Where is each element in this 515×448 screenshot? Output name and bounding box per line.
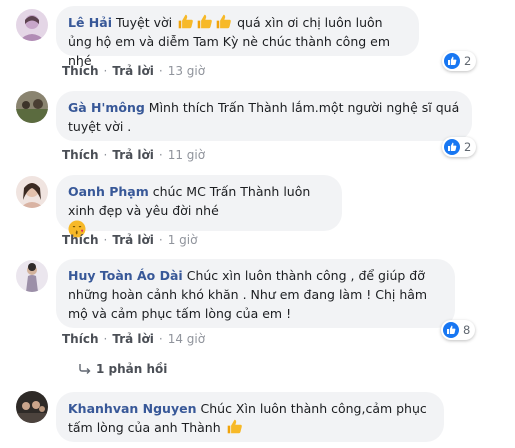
comment-time[interactable]: 11 giờ	[168, 148, 205, 162]
comment-author[interactable]: Lê Hải	[68, 15, 112, 30]
comment-text: Tuyệt vời	[115, 15, 173, 30]
like-link[interactable]: Thích	[62, 332, 99, 346]
comment-bubble: Huy Toàn Áo Dài Chúc xìn luôn thành công …	[56, 259, 455, 328]
avatar[interactable]	[16, 176, 48, 208]
comment-actions: Thích · Trả lời · 13 giờ	[62, 64, 206, 78]
comment-time[interactable]: 14 giờ	[168, 332, 205, 346]
thumbs-up-emoji-icon	[177, 13, 194, 30]
reply-link[interactable]: Trả lời	[112, 233, 154, 247]
view-replies-link[interactable]: 1 phản hồi	[78, 362, 167, 376]
reaction-count-badge[interactable]: 8	[441, 320, 476, 340]
avatar[interactable]	[16, 91, 48, 123]
comment-actions: Thích · Trả lời · 11 giờ	[62, 148, 206, 162]
like-icon	[443, 322, 459, 338]
thumbs-up-emoji-icon	[226, 418, 243, 435]
reply-link[interactable]: Trả lời	[112, 148, 154, 162]
reaction-count-badge[interactable]: 2	[442, 137, 477, 157]
comment-bubble: Khanhvan Nguyen Chúc Xìn luôn thành công,…	[56, 392, 444, 442]
comment-author[interactable]: Huy Toàn Áo Dài	[68, 268, 183, 283]
like-link[interactable]: Thích	[62, 148, 99, 162]
avatar[interactable]	[16, 260, 48, 292]
reaction-count-badge[interactable]: 2	[442, 51, 477, 71]
reply-link[interactable]: Trả lời	[112, 64, 154, 78]
like-link[interactable]: Thích	[62, 233, 99, 247]
comment-bubble: Oanh Phạm chúc MC Trấn Thành luôn xinh đẹ…	[56, 175, 342, 238]
reply-arrow-icon	[79, 364, 91, 374]
comment-actions: Thích · Trả lời · 1 giờ	[62, 233, 198, 247]
comment-actions: Thích · Trả lời · 14 giờ	[62, 332, 206, 346]
comment-author[interactable]: Gà H'mông	[68, 100, 145, 115]
reaction-count: 8	[463, 323, 471, 337]
comment-bubble: Gà H'mông Mình thích Trấn Thành lắm.một n…	[56, 91, 472, 141]
replies-count-label: 1 phản hồi	[96, 362, 168, 376]
avatar[interactable]	[16, 391, 48, 423]
avatar[interactable]	[16, 9, 48, 41]
reaction-count: 2	[464, 54, 472, 68]
like-link[interactable]: Thích	[62, 64, 99, 78]
thumbs-up-emoji-icon	[215, 13, 232, 30]
comment-time[interactable]: 13 giờ	[168, 64, 205, 78]
reaction-count: 2	[464, 140, 472, 154]
comment-bubble: Lê Hải Tuyệt vời quá xìn ơi chị luôn luôn…	[56, 6, 419, 68]
comment-author[interactable]: Khanhvan Nguyen	[68, 401, 197, 416]
comment-author[interactable]: Oanh Phạm	[68, 184, 149, 199]
like-icon	[444, 53, 460, 69]
comment-time[interactable]: 1 giờ	[168, 233, 198, 247]
thumbs-up-emoji-icon	[196, 13, 213, 30]
like-icon	[444, 139, 460, 155]
reply-link[interactable]: Trả lời	[112, 332, 154, 346]
